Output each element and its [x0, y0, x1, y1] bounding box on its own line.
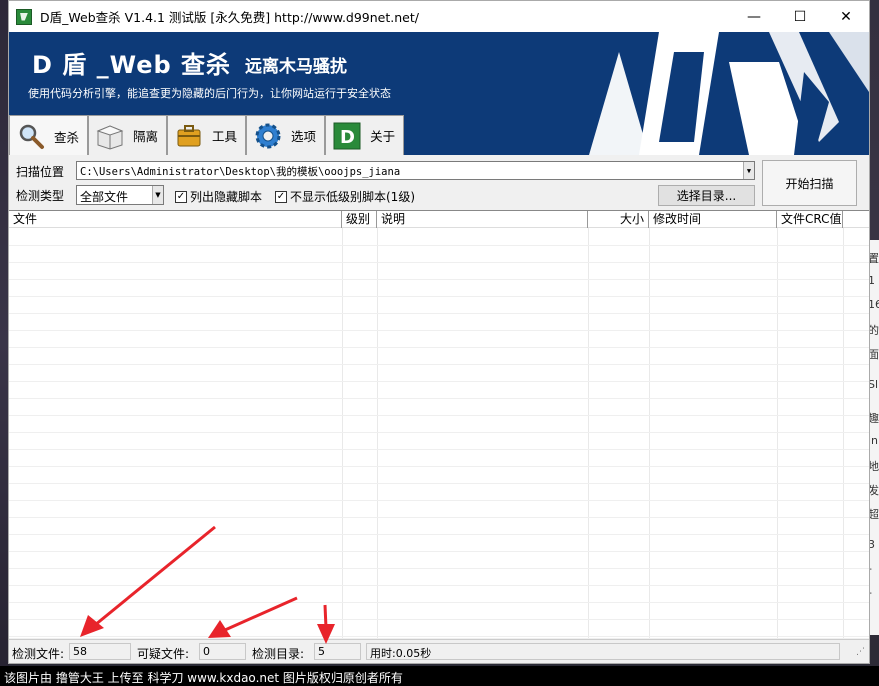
banner-subtitle: 远离木马骚扰	[245, 57, 347, 77]
column-header-description[interactable]: 说明	[377, 211, 588, 228]
chevron-down-icon[interactable]: ▼	[743, 162, 754, 179]
elapsed-time: 用时:0.05秒	[366, 643, 840, 660]
tab-label: 工具	[212, 129, 238, 144]
grid-line	[9, 296, 869, 297]
minimize-button[interactable]: —	[731, 1, 777, 32]
tab-about[interactable]: D 关于	[325, 115, 405, 155]
grid-line	[9, 449, 869, 450]
grid-line	[9, 398, 869, 399]
tab-label: 隔离	[133, 129, 159, 144]
scan-type-label: 检测类型	[16, 189, 65, 203]
checked-dirs-count: 5	[314, 643, 361, 660]
tab-label: 关于	[370, 129, 396, 144]
checked-files-count: 58	[69, 643, 131, 660]
grid-line	[9, 517, 869, 518]
tab-scan[interactable]: 查杀	[9, 115, 89, 156]
grid-line	[9, 245, 869, 246]
banner-description: 使用代码分析引擎，能追查更为隐藏的后门行为，让你网站运行于安全状态	[28, 87, 391, 100]
grid-line	[588, 228, 589, 638]
d-shield-logo-graphic	[589, 32, 869, 155]
grid-line	[9, 585, 869, 586]
main-tabs: 查杀 隔离 工具 选项 D 关于	[9, 115, 405, 156]
scan-location-value: C:\Users\Administrator\Desktop\我的模板\oooj…	[80, 166, 401, 178]
grid-line	[342, 228, 343, 638]
checkbox-box[interactable]: ✓	[275, 190, 287, 203]
grid-line	[9, 619, 869, 620]
window-controls: — ☐ ✕	[731, 1, 869, 32]
grid-line	[9, 313, 869, 314]
grid-line	[9, 466, 869, 467]
scan-type-select[interactable]: 全部文件 ▼	[76, 185, 164, 205]
checkbox-box[interactable]: ✓	[175, 190, 187, 203]
maximize-button[interactable]: ☐	[777, 1, 823, 32]
checkbox-label: 不显示低级别脚本(1级)	[290, 190, 415, 204]
magnifier-icon	[16, 121, 46, 151]
grid-line	[9, 364, 869, 365]
grid-line	[9, 432, 869, 433]
tab-label: 选项	[291, 129, 317, 144]
grid-line	[9, 415, 869, 416]
scan-location-label: 扫描位置	[16, 165, 65, 179]
checkbox-label: 列出隐藏脚本	[190, 190, 263, 204]
checked-files-label: 检测文件:	[12, 647, 65, 661]
column-header-file[interactable]: 文件	[9, 211, 342, 228]
list-hidden-checkbox[interactable]: ✓ 列出隐藏脚本	[175, 188, 262, 205]
scan-type-value: 全部文件	[80, 190, 129, 204]
results-table[interactable]: 文件 级别 说明 大小 修改时间 文件CRC值	[9, 210, 869, 638]
briefcase-icon	[174, 121, 204, 151]
gear-icon	[253, 121, 283, 151]
hide-lowlevel-checkbox[interactable]: ✓ 不显示低级别脚本(1级)	[275, 188, 415, 205]
tab-quarantine[interactable]: 隔离	[88, 115, 168, 155]
tab-label: 查杀	[54, 129, 80, 145]
grid-line	[9, 347, 869, 348]
column-header-crc[interactable]: 文件CRC值	[777, 211, 843, 228]
grid-line	[9, 602, 869, 603]
column-header-modified-time[interactable]: 修改时间	[649, 211, 777, 228]
grid-line	[9, 534, 869, 535]
tab-tools[interactable]: 工具	[167, 115, 247, 155]
grid-line	[9, 330, 869, 331]
scan-options-panel: 扫描位置 C:\Users\Administrator\Desktop\我的模板…	[9, 155, 869, 210]
grid-line	[377, 228, 378, 638]
close-button[interactable]: ✕	[823, 1, 869, 32]
grid-line	[9, 262, 869, 263]
grid-line	[649, 228, 650, 638]
grid-line	[9, 551, 869, 552]
table-header: 文件 级别 说明 大小 修改时间 文件CRC值	[9, 211, 869, 228]
grid-line	[9, 568, 869, 569]
scan-location-input[interactable]: C:\Users\Administrator\Desktop\我的模板\oooj…	[76, 161, 755, 180]
suspicious-files-count: 0	[199, 643, 246, 660]
box-icon	[95, 121, 125, 151]
svg-text:D: D	[340, 127, 355, 148]
checked-dirs-label: 检测目录:	[252, 647, 305, 661]
tab-options[interactable]: 选项	[246, 115, 326, 155]
watermark-caption: 该图片由 撸管大王 上传至 科学刀 www.kxdao.net 图片版权归原创者…	[0, 666, 879, 686]
grid-line	[9, 636, 869, 637]
grid-line	[9, 381, 869, 382]
column-header-level[interactable]: 级别	[342, 211, 377, 228]
resize-grip-icon[interactable]: ⋰	[856, 647, 865, 657]
start-scan-button[interactable]: 开始扫描	[762, 160, 857, 206]
status-bar: 检测文件: 58 可疑文件: 0 检测目录: 5 用时:0.05秒 ⋰	[9, 639, 869, 663]
grid-line	[9, 500, 869, 501]
suspicious-files-label: 可疑文件:	[137, 647, 190, 661]
window-title: D盾_Web查杀 V1.4.1 测试版 [永久免费] http://www.d9…	[40, 10, 419, 25]
d-logo-icon: D	[332, 121, 362, 151]
grid-line	[777, 228, 778, 638]
chevron-down-icon[interactable]: ▼	[152, 186, 163, 204]
app-window: D盾_Web查杀 V1.4.1 测试版 [永久免费] http://www.d9…	[8, 0, 870, 664]
app-icon	[16, 8, 32, 25]
select-directory-button[interactable]: 选择目录...	[658, 185, 755, 206]
grid-line	[9, 483, 869, 484]
title-bar[interactable]: D盾_Web查杀 V1.4.1 测试版 [永久免费] http://www.d9…	[9, 1, 869, 32]
grid-line	[9, 279, 869, 280]
column-header-size[interactable]: 大小	[588, 211, 649, 228]
banner-title: D 盾 _Web 查杀	[32, 51, 232, 79]
grid-line	[843, 228, 844, 638]
